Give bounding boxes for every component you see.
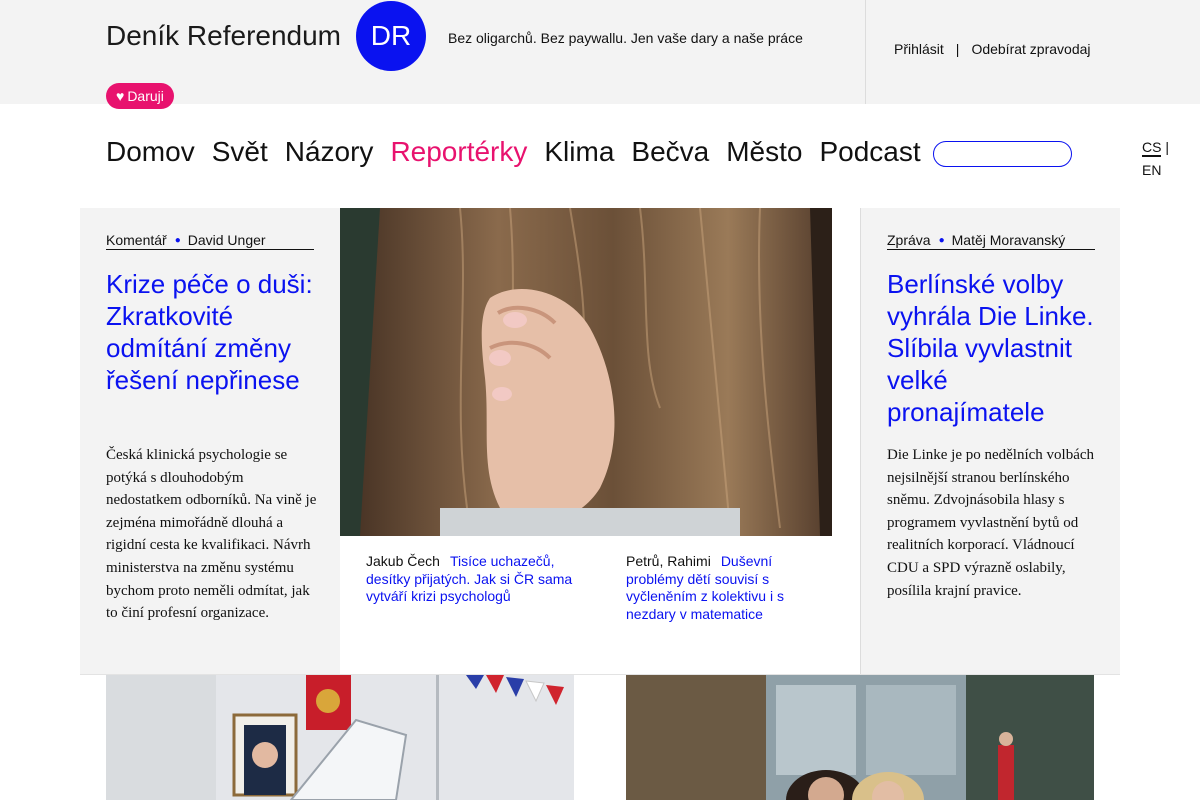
nav-item-svet[interactable]: Svět [212, 136, 268, 168]
right-article-meta: Zpráva ● Matěj Moravanský [887, 232, 1095, 250]
related-author[interactable]: Jakub Čech [366, 553, 440, 569]
main-article-photo[interactable] [340, 208, 832, 536]
related-author[interactable]: Petrů, Rahimi [626, 553, 711, 569]
dot-icon: ● [938, 234, 945, 246]
header-divider [865, 0, 866, 104]
right-article-title[interactable]: Berlínské volby vyhrála Die Linke. Slíbi… [887, 268, 1097, 428]
site-logo[interactable]: DR [356, 1, 426, 71]
nav-item-reporterky[interactable]: Reportérky [390, 136, 527, 168]
left-article-perex: Česká klinická psychologie se potýká s d… [106, 447, 317, 622]
article-author[interactable]: David Unger [188, 232, 266, 248]
lang-cs[interactable]: CS [1142, 139, 1162, 157]
article-category[interactable]: Zpráva [887, 232, 931, 248]
donate-label: Daruji [127, 88, 164, 104]
left-article-meta: Komentář ● David Unger [106, 232, 314, 250]
left-article-title[interactable]: Krize péče o duši: Zkratkovité odmítání … [106, 268, 320, 396]
polling-station-image [106, 675, 574, 800]
child-covering-ear-image [340, 208, 832, 536]
site-brand[interactable]: Deník Referendum [106, 20, 341, 52]
dot-icon: ● [174, 234, 181, 246]
women-outside-building-image [626, 675, 1094, 800]
nav-item-domov[interactable]: Domov [106, 136, 195, 168]
auth-separator: | [955, 41, 960, 57]
nav-item-nazory[interactable]: Názory [285, 136, 374, 168]
login-link[interactable]: Přihlásit [894, 41, 944, 57]
site-tagline: Bez oligarchů. Bez paywallu. Jen vaše da… [448, 30, 803, 46]
article-category[interactable]: Komentář [106, 232, 167, 248]
search-input[interactable] [933, 141, 1072, 167]
bottom-right-photo[interactable] [626, 675, 1094, 800]
main-nav: Domov Svět Názory Reportérky Klima Bečva… [106, 136, 921, 168]
lang-separator: | [1165, 139, 1169, 155]
right-article-perex: Die Linke je po nedělních volbách nejsil… [887, 447, 1095, 599]
logo-text: DR [370, 20, 412, 51]
language-switcher: CS | EN [1142, 136, 1169, 182]
nav-item-mesto[interactable]: Město [726, 136, 802, 168]
donate-button[interactable]: ♥ Daruji [106, 83, 174, 109]
account-links: Přihlásit | Odebírat zpravodaj [894, 41, 1091, 57]
newsletter-link[interactable]: Odebírat zpravodaj [971, 41, 1090, 57]
related-article-2[interactable]: Petrů, Rahimi Duševní problémy dětí souvi… [626, 553, 786, 623]
related-article-1[interactable]: Jakub Čech Tisíce uchazečů, desítky přija… [366, 553, 576, 606]
heart-icon: ♥ [116, 88, 125, 104]
nav-item-podcast[interactable]: Podcast [819, 136, 920, 168]
article-author[interactable]: Matěj Moravanský [952, 232, 1066, 248]
lang-en[interactable]: EN [1142, 162, 1161, 178]
bottom-left-photo[interactable] [106, 675, 574, 800]
nav-item-becva[interactable]: Bečva [631, 136, 709, 168]
nav-item-klima[interactable]: Klima [544, 136, 614, 168]
